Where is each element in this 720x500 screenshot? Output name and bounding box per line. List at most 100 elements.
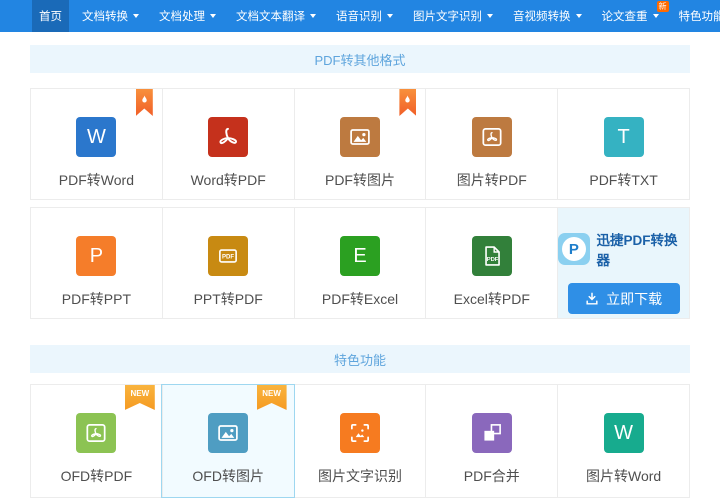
tool-image-to-pdf[interactable]: 图片转PDF — [425, 89, 557, 199]
nav-item-home[interactable]: 首页 — [32, 0, 69, 32]
tool-pdf-merge[interactable]: PDF合并 — [425, 385, 557, 497]
hot-flame-badge — [399, 89, 417, 116]
nav-item-label: 语音识别 — [336, 11, 382, 23]
nav-item-label: 音视频转换 — [513, 11, 571, 23]
pdf-outline-icon — [471, 117, 512, 157]
tool-pdf-to-txt[interactable]: T PDF转TXT — [557, 89, 689, 199]
xunjie-logo-icon: P — [558, 233, 590, 265]
tool-image-to-word[interactable]: W 图片转Word — [557, 385, 689, 497]
excel-letter-icon: E — [339, 236, 380, 276]
tool-label: PDF转TXT — [589, 172, 658, 188]
section-title-text: PDF转其他格式 — [314, 52, 406, 68]
download-label: 立即下载 — [606, 290, 663, 307]
top-navbar: 首页 文档转换 文档处理 文档文本翻译 语音识别 图片文字识别 音视频转换 论文… — [0, 0, 720, 32]
icon-letter: W — [86, 126, 106, 148]
tool-ofd-to-pdf[interactable]: NEW OFD转PDF — [31, 385, 162, 497]
tool-label: PDF合并 — [463, 468, 520, 484]
chevron-down-icon — [133, 14, 139, 18]
tool-label: 图片转Word — [585, 468, 662, 484]
tool-pdf-to-image[interactable]: PDF转图片 — [293, 89, 426, 199]
tool-label: PDF转PPT — [61, 291, 132, 307]
tool-row-3: NEW OFD转PDF NEW OFD转图片 图片文字识别 PDF合并 W 图片… — [30, 384, 690, 498]
tool-pdf-to-excel[interactable]: E PDF转Excel — [293, 208, 426, 318]
nav-item-paper-check[interactable]: 论文查重 新 — [595, 0, 669, 32]
tool-label: 图片文字识别 — [317, 468, 402, 484]
nav-item-label: 图片文字识别 — [413, 11, 482, 23]
app-promo-cell: P 迅捷PDF转换器 立即下载 — [557, 208, 689, 318]
nav-item-label: 论文查重 — [601, 11, 648, 23]
nav-item-label: 特色功能 — [678, 11, 720, 23]
download-button[interactable]: 立即下载 — [567, 283, 680, 314]
new-ribbon-badge: NEW — [124, 385, 155, 410]
section-title-pdf-to-other: PDF转其他格式 — [30, 45, 690, 73]
pdf-outline-icon — [76, 413, 117, 453]
tool-pdf-to-word[interactable]: W PDF转Word — [31, 89, 162, 199]
image-icon — [208, 413, 249, 453]
nav-item-doc-convert[interactable]: 文档转换 — [75, 0, 146, 32]
tool-label: PDF转Word — [58, 172, 134, 188]
chevron-down-icon — [310, 14, 316, 18]
chevron-down-icon — [487, 14, 493, 18]
ocr-scan-icon — [339, 413, 380, 453]
nav-item-label: 文档文本翻译 — [236, 11, 305, 23]
pdf-glyph-text: PDF — [222, 254, 234, 260]
pdf-glyph-text: PDF — [486, 257, 498, 263]
tool-row-2: P PDF转PPT PDF PPT转PDF E PDF转Excel PDF Ex… — [30, 207, 690, 319]
tool-excel-to-pdf[interactable]: PDF Excel转PDF — [425, 208, 557, 318]
chevron-down-icon — [210, 14, 216, 18]
new-badge: 新 — [656, 1, 669, 12]
section-title-special-features: 特色功能 — [30, 345, 690, 373]
section-title-text: 特色功能 — [333, 352, 386, 368]
nav-item-speech-recognition[interactable]: 语音识别 — [329, 0, 400, 32]
logo-letter: P — [568, 240, 579, 258]
word-letter-icon: W — [603, 413, 644, 453]
acrobat-icon — [208, 117, 249, 157]
icon-letter: T — [617, 126, 630, 148]
word-letter-icon: W — [76, 117, 117, 157]
flame-icon — [405, 95, 411, 103]
pdf-card-icon: PDF — [208, 236, 249, 276]
nav-item-doc-process[interactable]: 文档处理 — [152, 0, 223, 32]
nav-item-av-convert[interactable]: 音视频转换 — [506, 0, 589, 32]
tool-label: OFD转图片 — [192, 468, 264, 484]
nav-item-special-features[interactable]: 特色功能 — [672, 0, 720, 32]
nav-item-doc-translate[interactable]: 文档文本翻译 — [229, 0, 323, 32]
tool-ofd-to-image[interactable]: NEW OFD转图片 — [161, 385, 294, 497]
pdf-page-icon: PDF — [471, 236, 512, 276]
tool-ppt-to-pdf[interactable]: PDF PPT转PDF — [161, 208, 294, 318]
tool-label: 图片转PDF — [456, 172, 527, 188]
download-icon — [586, 292, 598, 305]
tool-label: PDF转Excel — [321, 291, 399, 307]
brand-row: P 迅捷PDF转换器 — [558, 229, 689, 269]
icon-letter: W — [614, 422, 634, 444]
nav-item-label: 文档转换 — [82, 11, 128, 23]
new-ribbon-text: NEW — [130, 389, 150, 398]
tool-row-1: W PDF转Word Word转PDF PDF转图片 图片转PDF T PDF转… — [30, 88, 690, 200]
brand-name: 迅捷PDF转换器 — [596, 233, 678, 268]
tool-label: PDF转图片 — [324, 172, 395, 188]
new-ribbon-badge: NEW — [256, 385, 287, 410]
txt-letter-icon: T — [603, 117, 644, 157]
tool-image-ocr[interactable]: 图片文字识别 — [293, 385, 426, 497]
tool-label: Excel转PDF — [453, 291, 530, 307]
tool-label: Word转PDF — [190, 172, 266, 188]
new-ribbon-text: NEW — [262, 389, 281, 398]
chevron-down-icon — [575, 14, 582, 18]
ppt-letter-icon: P — [76, 236, 117, 276]
image-icon — [339, 117, 380, 157]
tool-pdf-to-ppt[interactable]: P PDF转PPT — [31, 208, 162, 318]
nav-item-image-ocr[interactable]: 图片文字识别 — [406, 0, 500, 32]
tool-label: PPT转PDF — [193, 291, 263, 307]
nav-item-label: 首页 — [39, 11, 62, 23]
tool-label: OFD转PDF — [60, 468, 133, 484]
chevron-down-icon — [652, 14, 659, 18]
icon-letter: E — [353, 245, 367, 267]
chevron-down-icon — [387, 14, 393, 18]
flame-icon — [142, 95, 147, 103]
logo-circle: P — [561, 237, 586, 261]
icon-letter: P — [89, 245, 104, 267]
tool-word-to-pdf[interactable]: Word转PDF — [161, 89, 294, 199]
hot-flame-badge — [135, 89, 153, 116]
nav-item-label: 文档处理 — [159, 11, 205, 23]
merge-squares-icon — [471, 413, 512, 453]
